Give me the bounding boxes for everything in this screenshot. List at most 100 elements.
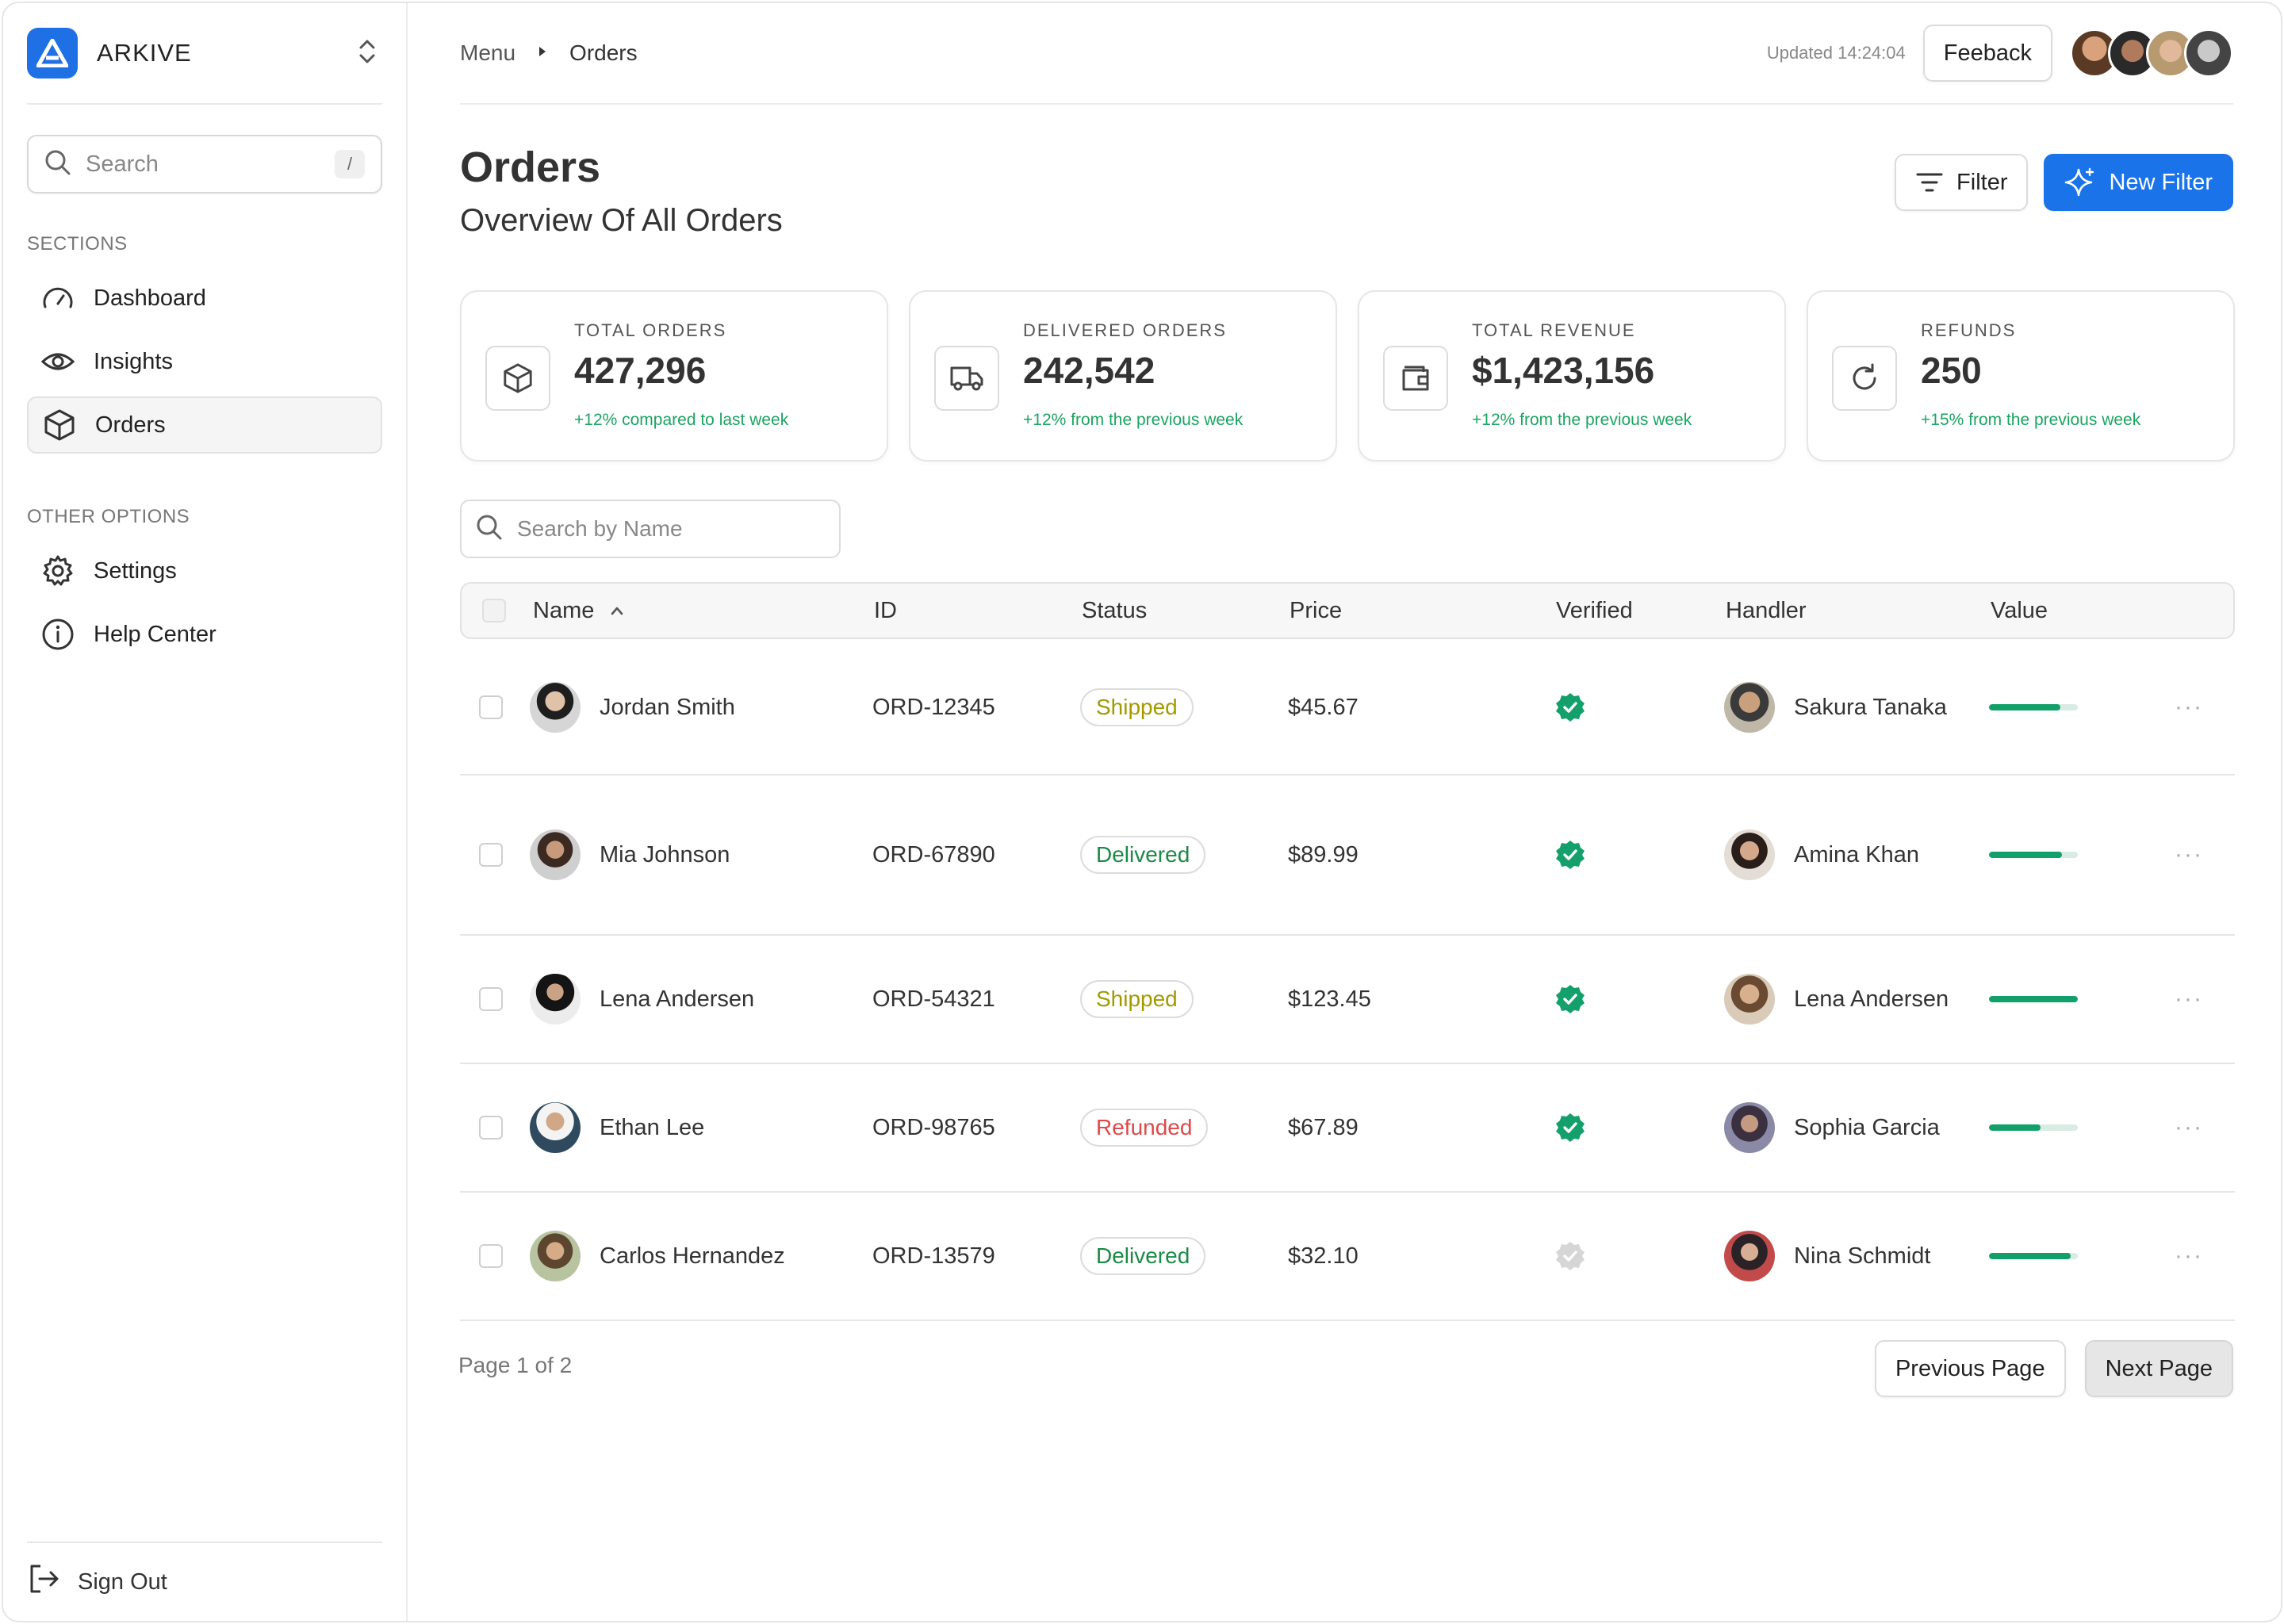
stat-card-total-orders: TOTAL ORDERS 427,296 +12% compared to la…	[460, 290, 888, 462]
more-options-icon[interactable]: ···	[2175, 1064, 2203, 1191]
table-row[interactable]: Lena Andersen ORD-54321 Shipped $123.45 …	[460, 936, 2235, 1064]
handler-name: Sophia Garcia	[1794, 1114, 1940, 1140]
gauge-icon	[40, 280, 76, 316]
app-name: ARKIVE	[97, 39, 192, 67]
handler-name: Sakura Tanaka	[1794, 694, 1947, 720]
sidebar-item-insights[interactable]: Insights	[27, 333, 382, 390]
row-checkbox[interactable]	[479, 1193, 503, 1320]
handler-name: Amina Khan	[1794, 841, 1919, 868]
sidebar-item-dashboard[interactable]: Dashboard	[27, 270, 382, 327]
more-options-icon[interactable]: ···	[2175, 936, 2203, 1063]
sign-out-label: Sign Out	[78, 1568, 167, 1595]
sidebar-item-label: Insights	[94, 348, 173, 374]
breadcrumb-menu[interactable]: Menu	[460, 40, 515, 66]
row-checkbox[interactable]	[479, 1064, 503, 1191]
stat-label: REFUNDS	[1921, 320, 2017, 340]
caret-right-icon	[538, 45, 547, 62]
workspace-switcher[interactable]: ARKIVE	[27, 27, 382, 79]
row-checkbox[interactable]	[479, 641, 503, 774]
more-options-icon[interactable]: ···	[2175, 1193, 2203, 1320]
header-actions: Filter New Filter	[1895, 154, 2233, 211]
column-price[interactable]: Price	[1290, 584, 1342, 638]
chevron-up-down-icon[interactable]	[357, 38, 377, 69]
sidebar-search-placeholder: Search	[86, 151, 159, 177]
stat-label: TOTAL REVENUE	[1472, 320, 1636, 340]
info-icon	[40, 616, 76, 653]
row-checkbox[interactable]	[479, 936, 503, 1063]
order-price: $45.67	[1288, 694, 1359, 720]
sign-out-icon	[27, 1562, 60, 1602]
stat-delta: +15% from the previous week	[1921, 411, 2141, 429]
table-row[interactable]: Mia Johnson ORD-67890 Delivered $89.99 A…	[460, 776, 2235, 936]
avatar	[530, 829, 581, 880]
column-value[interactable]: Value	[1991, 584, 2048, 638]
new-filter-button[interactable]: New Filter	[2044, 154, 2233, 211]
stat-delta: +12% from the previous week	[1472, 411, 1692, 429]
more-options-icon[interactable]: ···	[2175, 776, 2203, 934]
sidebar-item-help-center[interactable]: Help Center	[27, 606, 382, 663]
refresh-icon	[1832, 346, 1897, 411]
column-handler[interactable]: Handler	[1726, 584, 1807, 638]
verified-check-icon	[1554, 1064, 1586, 1191]
stat-card-delivered-orders: DELIVERED ORDERS 242,542 +12% from the p…	[909, 290, 1337, 462]
status-badge: Delivered	[1080, 1237, 1206, 1275]
sections-label: SECTIONS	[27, 233, 128, 255]
filter-button[interactable]: Filter	[1895, 154, 2029, 211]
column-name[interactable]: Name	[533, 584, 624, 638]
box-icon	[485, 346, 550, 411]
new-filter-label: New Filter	[2109, 169, 2213, 195]
value-progress	[1989, 936, 2078, 1063]
table-row[interactable]: Ethan Lee ORD-98765 Refunded $67.89 Soph…	[460, 1064, 2235, 1193]
column-verified[interactable]: Verified	[1556, 584, 1633, 638]
sidebar-item-label: Settings	[94, 557, 177, 584]
customer-name: Jordan Smith	[600, 694, 735, 720]
more-options-icon[interactable]: ···	[2175, 641, 2203, 774]
value-progress	[1989, 1064, 2078, 1191]
feedback-button[interactable]: Feeback	[1922, 25, 2052, 82]
select-all-checkbox[interactable]	[482, 584, 506, 638]
divider	[27, 1542, 382, 1543]
sidebar-item-label: Dashboard	[94, 285, 206, 311]
divider	[27, 103, 382, 105]
avatar	[530, 974, 581, 1025]
page-subtitle: Overview Of All Orders	[460, 203, 783, 238]
order-id: ORD-54321	[872, 986, 995, 1012]
avatar	[1724, 682, 1775, 733]
avatar	[530, 1102, 581, 1153]
table-row[interactable]: Carlos Hernandez ORD-13579 Delivered $32…	[460, 1193, 2235, 1321]
row-checkbox[interactable]	[479, 776, 503, 934]
order-price: $32.10	[1288, 1243, 1359, 1269]
shortcut-key: /	[335, 150, 365, 178]
order-id: ORD-13579	[872, 1243, 995, 1269]
order-price: $67.89	[1288, 1114, 1359, 1140]
truck-icon	[934, 346, 999, 411]
sidebar-item-settings[interactable]: Settings	[27, 542, 382, 599]
avatar	[1724, 1231, 1775, 1281]
top-right-actions: Updated 14:24:04 Feeback	[1767, 25, 2233, 82]
stat-value: 250	[1921, 350, 1982, 391]
avatar	[2184, 29, 2233, 78]
sign-out-button[interactable]: Sign Out	[27, 1562, 167, 1602]
status-badge: Shipped	[1080, 688, 1194, 726]
collaborator-avatars[interactable]	[2070, 29, 2233, 78]
column-status[interactable]: Status	[1082, 584, 1147, 638]
main-content: Menu Orders Updated 14:24:04 Feeback Ord…	[409, 3, 2281, 1621]
search-by-name-input[interactable]: Search by Name	[460, 500, 841, 558]
previous-page-button[interactable]: Previous Page	[1874, 1340, 2066, 1397]
customer-name: Mia Johnson	[600, 841, 730, 868]
page-indicator: Page 1 of 2	[458, 1353, 573, 1377]
breadcrumb-orders[interactable]: Orders	[569, 40, 638, 66]
sidebar-item-label: Help Center	[94, 621, 217, 647]
table-row[interactable]: Jordan Smith ORD-12345 Shipped $45.67 Sa…	[460, 641, 2235, 776]
table-header: Name ID Status Price Verified Handler Va…	[460, 582, 2235, 639]
order-id: ORD-67890	[872, 841, 995, 868]
box-icon	[41, 407, 78, 443]
sidebar-search-input[interactable]: Search /	[27, 135, 382, 193]
column-label: Name	[533, 597, 595, 623]
stat-delta: +12% compared to last week	[574, 411, 789, 429]
sort-ascending-icon[interactable]	[610, 606, 624, 615]
column-id[interactable]: ID	[874, 584, 897, 638]
sidebar-item-orders[interactable]: Orders	[27, 396, 382, 454]
next-page-button[interactable]: Next Page	[2084, 1340, 2233, 1397]
avatar	[1724, 829, 1775, 880]
